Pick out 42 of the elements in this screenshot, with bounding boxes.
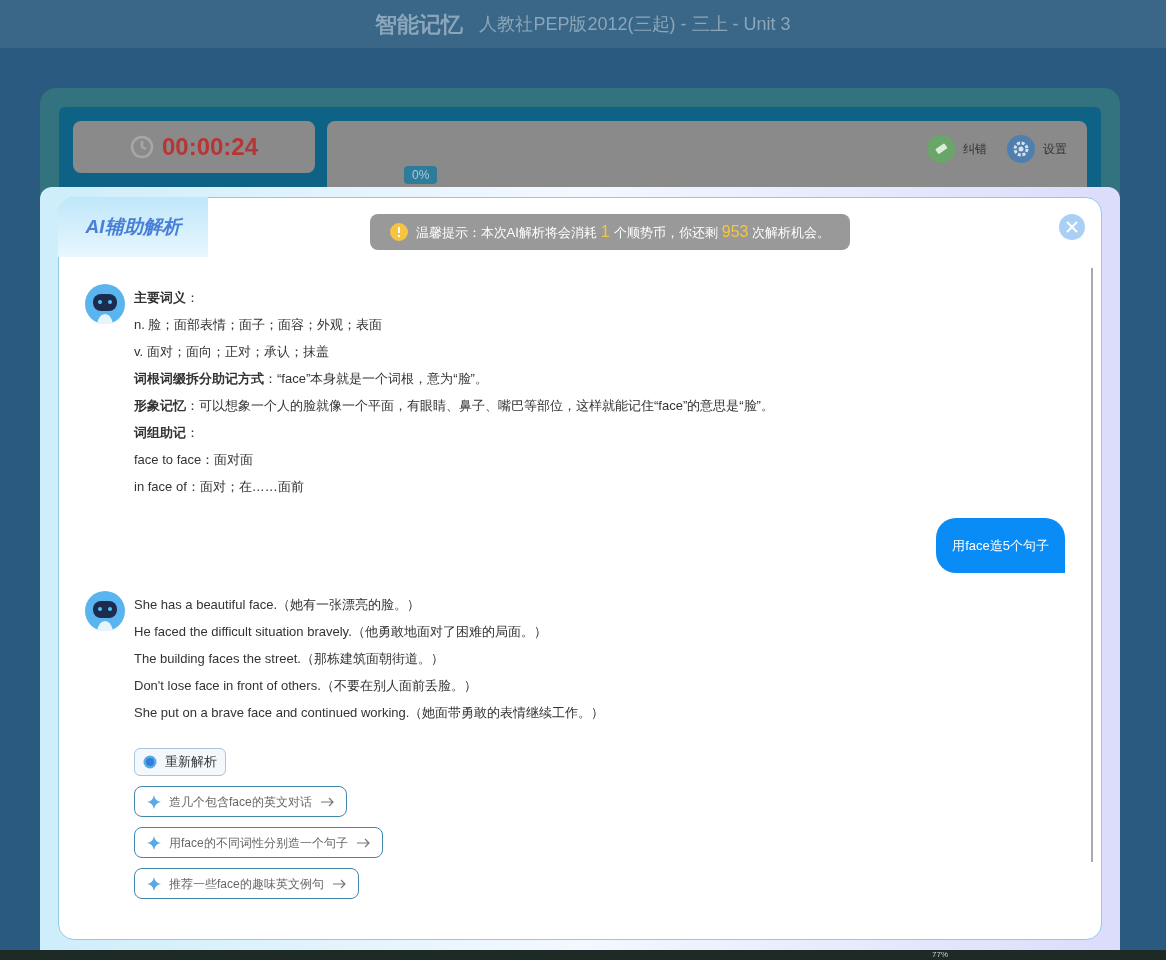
answer-line: 主要词义： bbox=[134, 289, 200, 307]
app-title: 智能记忆 bbox=[375, 10, 464, 39]
answer-line: She put on a brave face and continued working.（她面带勇敢的表情继续工作。） bbox=[134, 704, 605, 722]
course-title: 人教社PEP版2012(三起) - 三上 - Unit 3 bbox=[479, 12, 791, 36]
answer-line: face to face：面对面 bbox=[134, 451, 255, 469]
correction-button[interactable]: 纠错 bbox=[927, 135, 987, 163]
suggestion-button[interactable]: 用face的不同词性分别造一个句子 bbox=[134, 827, 383, 858]
dialog-title: AI辅助解析 bbox=[85, 214, 181, 239]
answer-line: He faced the difficult situation bravely.（他勇敢地面对了困难的局面。） bbox=[134, 623, 548, 641]
answer-line: 词组助记： bbox=[134, 424, 200, 442]
answer-line: v. 面对；面向；正对；承认；抹盖 bbox=[134, 343, 330, 361]
notice-text: 温馨提示：本次AI解析将会消耗 1 个顺势币，你还剩 953 次解析机会。 bbox=[415, 222, 831, 242]
settings-icon bbox=[1007, 135, 1035, 163]
sparkle-icon bbox=[147, 876, 161, 891]
arrow-right-icon bbox=[319, 796, 334, 807]
suggestion-button[interactable]: 推荐一些face的趣味英文例句 bbox=[134, 868, 359, 899]
clock-icon bbox=[129, 135, 154, 159]
answer-line: 形象记忆：可以想象一个人的脸就像一个平面，有眼睛、鼻子、嘴巴等部位，这样就能记住“face”的意思是“脸”。 bbox=[134, 397, 774, 415]
answer-line: She has a beautiful face.（她有一张漂亮的脸。） bbox=[134, 596, 422, 614]
regenerate-button[interactable]: 重新解析 bbox=[134, 748, 226, 776]
arrow-right-icon bbox=[355, 837, 370, 848]
progress-badge: 0% bbox=[404, 166, 438, 184]
eraser-icon bbox=[927, 135, 955, 163]
suggestion-button[interactable]: 造几个包含face的英文对话 bbox=[134, 786, 347, 817]
arrow-right-icon bbox=[331, 878, 346, 889]
sparkle-icon bbox=[147, 835, 161, 850]
sparkle-icon bbox=[147, 794, 161, 809]
answer-line: Don't lose face in front of others.（不要在别人面前丢脸。） bbox=[134, 677, 478, 695]
settings-button[interactable]: 设置 bbox=[1007, 135, 1067, 163]
timer-text: 00:00:24 bbox=[161, 132, 259, 162]
close-button[interactable] bbox=[1059, 214, 1085, 240]
answer-line: n. 脸；面部表情；面子；面容；外观；表面 bbox=[134, 316, 384, 334]
warning-icon bbox=[389, 223, 408, 241]
close-icon bbox=[1066, 221, 1078, 233]
refresh-icon bbox=[143, 755, 157, 769]
answer-line: The building faces the street.（那栋建筑面朝街道。） bbox=[134, 650, 445, 668]
answer-line: 词根词缀拆分助记方式：“face”本身就是一个词根，意为“脸”。 bbox=[134, 370, 489, 388]
robot-avatar-icon bbox=[85, 591, 125, 631]
battery-percent: 77% bbox=[932, 950, 948, 960]
user-message: 用face造5个句子 bbox=[936, 518, 1065, 573]
answer-line: in face of：面对；在……面前 bbox=[134, 478, 305, 496]
robot-avatar-icon bbox=[85, 284, 125, 324]
